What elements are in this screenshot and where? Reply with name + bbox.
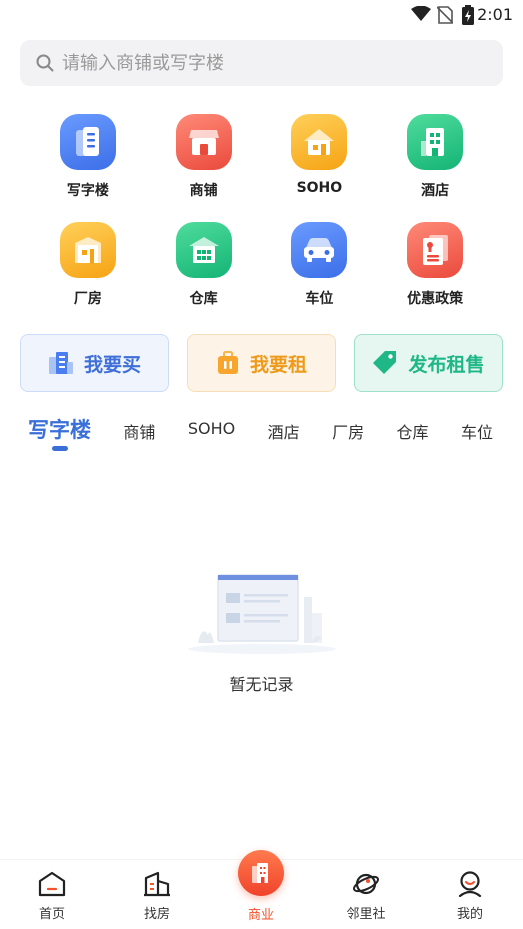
empty-state: 暂无记录 xyxy=(0,565,523,695)
commercial-building-icon xyxy=(238,850,284,896)
tab-warehouse[interactable]: 仓库 xyxy=(397,412,429,443)
nav-label: 邻里社 xyxy=(346,907,386,922)
tab-office[interactable]: 写字楼 xyxy=(20,412,91,451)
tab-soho[interactable]: SOHO xyxy=(188,412,235,438)
buy-button[interactable]: 我要买 xyxy=(20,334,169,392)
profile-icon xyxy=(458,871,482,897)
publish-label: 发布租售 xyxy=(408,353,485,376)
tab-label: SOHO xyxy=(187,419,236,438)
tab-parking[interactable]: 车位 xyxy=(461,412,493,443)
nav-profile[interactable]: 我的 xyxy=(435,871,505,922)
category-label: 仓库 xyxy=(189,291,218,307)
active-tab-indicator xyxy=(52,446,68,451)
nav-label: 商业 xyxy=(247,908,274,923)
nav-home[interactable]: 首页 xyxy=(17,871,87,922)
category-label: 商铺 xyxy=(189,183,218,199)
property-type-tabs: 写字楼 商铺 SOHO 酒店 厂房 仓库 车位 xyxy=(20,412,503,456)
nav-commercial[interactable]: 商业 xyxy=(226,850,296,923)
category-office[interactable]: 写字楼 xyxy=(30,114,146,222)
category-shop[interactable]: 商铺 xyxy=(146,114,262,222)
category-label: 厂房 xyxy=(73,291,102,307)
tab-label: 商铺 xyxy=(123,423,156,442)
buildings-icon xyxy=(144,871,170,897)
office-building-icon xyxy=(59,114,116,170)
hotel-icon xyxy=(407,114,464,170)
nav-label: 首页 xyxy=(38,907,65,922)
tab-label: 酒店 xyxy=(267,423,300,442)
shop-icon xyxy=(175,114,232,170)
category-label: SOHO xyxy=(296,180,343,196)
buy-label: 我要买 xyxy=(83,353,141,376)
rent-label: 我要租 xyxy=(249,353,307,376)
no-sim-icon xyxy=(437,6,453,24)
search-bar[interactable] xyxy=(20,40,503,86)
warehouse-icon xyxy=(175,222,232,278)
battery-charging-icon xyxy=(462,5,474,25)
tab-shop[interactable]: 商铺 xyxy=(123,412,155,443)
home-icon xyxy=(291,114,348,170)
bottom-navigation: 首页 找房 商业 邻里社 我的 xyxy=(0,850,523,929)
category-factory[interactable]: 厂房 xyxy=(30,222,146,330)
nav-label: 我的 xyxy=(456,907,483,922)
category-label: 写字楼 xyxy=(66,183,109,199)
status-bar: 2:01 xyxy=(0,0,523,30)
policy-document-icon xyxy=(407,222,464,278)
tag-icon xyxy=(372,350,398,376)
nav-find-house[interactable]: 找房 xyxy=(122,871,192,922)
category-hotel[interactable]: 酒店 xyxy=(377,114,493,222)
car-icon xyxy=(291,222,348,278)
search-input[interactable] xyxy=(62,52,482,74)
tab-label: 厂房 xyxy=(332,423,365,442)
briefcase-icon xyxy=(216,351,240,375)
empty-document-illustration xyxy=(187,574,336,654)
category-label: 车位 xyxy=(305,291,334,307)
tab-factory[interactable]: 厂房 xyxy=(332,412,364,443)
category-parking[interactable]: 车位 xyxy=(262,222,378,330)
tab-label: 写字楼 xyxy=(28,418,91,442)
quick-actions: 我要买 我要租 发布租售 xyxy=(20,334,503,392)
tab-hotel[interactable]: 酒店 xyxy=(268,412,300,443)
search-icon xyxy=(36,54,54,72)
clock: 2:01 xyxy=(477,5,513,24)
category-grid: 写字楼 商铺 SOHO 酒店 厂房 仓库 车位 优惠政策 xyxy=(30,114,493,330)
home-icon xyxy=(38,871,66,897)
category-soho[interactable]: SOHO xyxy=(262,114,378,222)
planet-icon xyxy=(353,873,379,895)
buildings-icon xyxy=(48,351,74,375)
category-policy[interactable]: 优惠政策 xyxy=(377,222,493,330)
factory-icon xyxy=(59,222,116,278)
category-warehouse[interactable]: 仓库 xyxy=(146,222,262,330)
wifi-icon xyxy=(411,6,431,21)
nav-label: 找房 xyxy=(143,907,170,922)
empty-state-text: 暂无记录 xyxy=(229,675,294,694)
tab-label: 仓库 xyxy=(396,423,429,442)
nav-neighborhood[interactable]: 邻里社 xyxy=(331,871,401,922)
rent-button[interactable]: 我要租 xyxy=(187,334,336,392)
tab-label: 车位 xyxy=(460,423,493,442)
category-label: 优惠政策 xyxy=(407,291,464,307)
category-label: 酒店 xyxy=(421,183,450,199)
publish-listing-button[interactable]: 发布租售 xyxy=(354,334,503,392)
